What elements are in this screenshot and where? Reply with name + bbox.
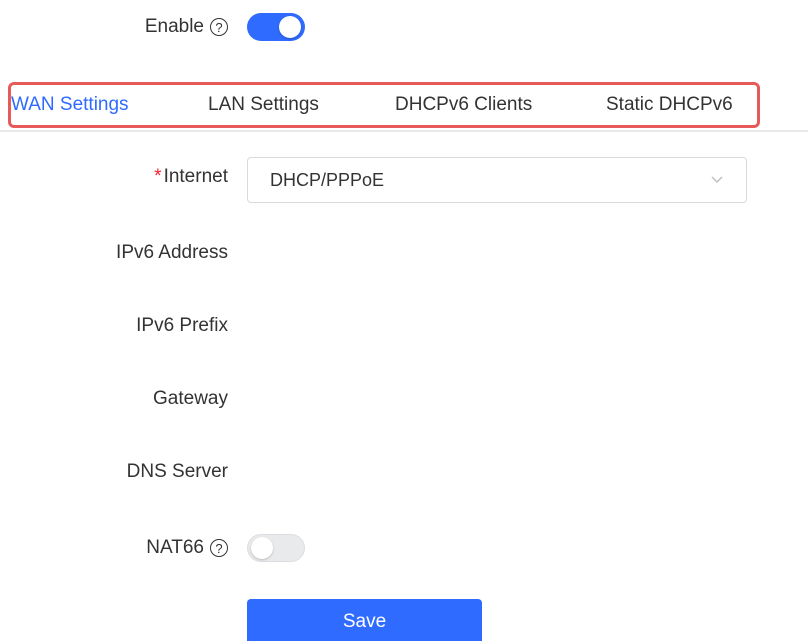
toggle-knob [251,537,273,559]
ipv6-address-label-group: IPv6 Address [116,233,228,273]
gateway-label: Gateway [153,388,228,409]
tab-lan-settings[interactable]: LAN Settings [208,82,319,128]
gateway-row: Gateway [0,379,808,419]
tab-wan-settings[interactable]: WAN Settings [11,82,129,128]
dns-server-label-group: DNS Server [127,452,228,492]
ipv6-prefix-row: IPv6 Prefix [0,306,808,346]
dns-server-row: DNS Server [0,452,808,492]
internet-label: Internet [163,166,228,187]
enable-row: Enable ? [0,7,808,47]
help-question-icon[interactable]: ? [210,539,228,557]
internet-label-group: * Internet [154,157,228,197]
nat66-label-group: NAT66 ? [146,528,228,568]
enable-label: Enable [144,16,204,37]
toggle-knob [279,16,301,38]
ipv6-settings-page: Enable ? WAN Settings LAN Settings DHCPv… [0,0,808,641]
enable-label-group: Enable ? [145,7,228,47]
chevron-down-icon [711,176,723,184]
gateway-label-group: Gateway [153,379,228,419]
tab-static-dhcpv6[interactable]: Static DHCPv6 [606,82,733,128]
save-button[interactable]: Save [247,599,482,641]
ipv6-address-row: IPv6 Address [0,233,808,273]
dns-server-label: DNS Server [126,461,228,482]
internet-select[interactable]: DHCP/PPPoE [247,157,747,203]
help-question-icon[interactable]: ? [210,18,228,36]
ipv6-address-label: IPv6 Address [116,242,228,263]
ipv6-prefix-label: IPv6 Prefix [136,315,228,336]
ipv6-prefix-label-group: IPv6 Prefix [136,306,228,346]
nat66-label: NAT66 [146,537,204,558]
required-asterisk: * [154,166,162,187]
nat66-toggle[interactable] [247,534,305,562]
internet-select-value: DHCP/PPPoE [270,170,385,190]
enable-toggle[interactable] [247,13,305,41]
nat66-row: NAT66 ? [0,528,808,568]
tab-dhcpv6-clients[interactable]: DHCPv6 Clients [395,82,532,128]
